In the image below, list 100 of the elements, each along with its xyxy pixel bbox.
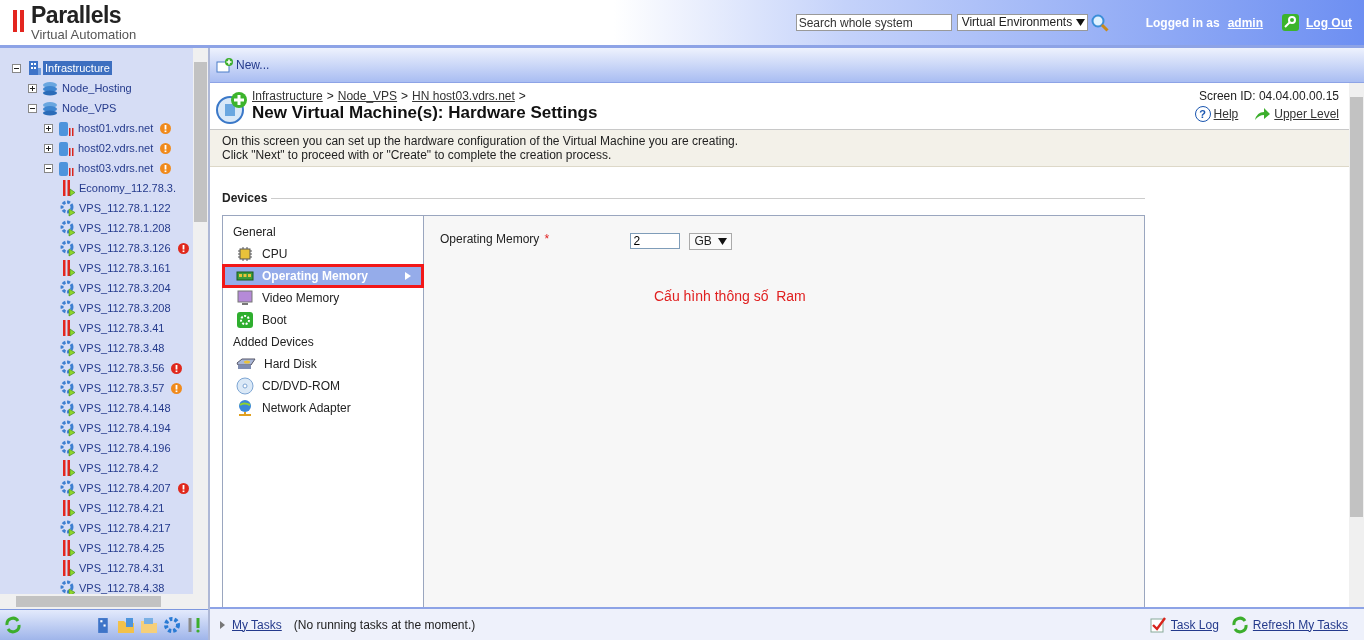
gear-vm-icon bbox=[60, 439, 76, 457]
logo-subtitle: Virtual Automation bbox=[31, 28, 137, 41]
caret-icon bbox=[1076, 19, 1086, 26]
gear-vm-icon bbox=[60, 479, 76, 497]
task-log-link[interactable]: Task Log bbox=[1170, 617, 1219, 632]
upper-level-link[interactable]: Upper Level bbox=[1274, 107, 1339, 121]
new-button[interactable]: New... bbox=[216, 57, 270, 73]
gear-vm-icon bbox=[60, 279, 76, 297]
horizontal-scrollbar[interactable] bbox=[0, 594, 208, 609]
stopped-vm-icon bbox=[60, 539, 76, 557]
expand-toggle-icon[interactable] bbox=[28, 83, 37, 93]
gear-vm-icon bbox=[60, 199, 76, 217]
vertical-scrollbar[interactable] bbox=[1349, 83, 1364, 607]
device-item[interactable]: CPU bbox=[223, 243, 423, 265]
tree-item[interactable]: VPS_112.78.3.41 bbox=[77, 321, 167, 335]
breadcrumb-link[interactable]: Node_VPS bbox=[337, 89, 398, 103]
breadcrumb-separator: > bbox=[401, 89, 409, 103]
stopped-vm-icon bbox=[60, 319, 76, 337]
collapse-toggle-icon[interactable] bbox=[44, 163, 53, 173]
tree-item[interactable]: VPS_112.78.4.31 bbox=[77, 561, 167, 575]
breadcrumb-separator: > bbox=[518, 89, 526, 103]
tree-item[interactable]: VPS_112.78.1.122 bbox=[77, 201, 173, 215]
tree-item[interactable]: host03.vdrs.net bbox=[76, 161, 156, 175]
tree-item[interactable]: VPS_112.78.3.161 bbox=[77, 261, 173, 275]
refresh-icon[interactable] bbox=[1230, 615, 1249, 634]
tree-item[interactable]: Node_Hosting bbox=[60, 81, 134, 95]
server-icon bbox=[58, 139, 75, 157]
tree-item[interactable]: Node_VPS bbox=[60, 101, 119, 115]
tree-item[interactable]: VPS_112.78.3.208 bbox=[77, 301, 173, 315]
gear-vm-icon bbox=[60, 359, 76, 377]
tree-item[interactable]: VPS_112.78.4.217 bbox=[77, 521, 173, 535]
collapse-toggle-icon[interactable] bbox=[12, 63, 21, 73]
building-icon bbox=[26, 60, 42, 76]
device-group-heading: Added Devices bbox=[232, 334, 315, 351]
expand-toggle-icon[interactable] bbox=[44, 143, 53, 153]
checklist-icon[interactable] bbox=[1148, 616, 1167, 633]
boot-icon bbox=[236, 311, 254, 329]
tree-item[interactable]: VPS_112.78.4.21 bbox=[77, 501, 167, 515]
device-item[interactable]: Boot bbox=[223, 309, 423, 331]
tree-item[interactable]: VPS_112.78.3.48 bbox=[77, 341, 167, 355]
new-item-icon bbox=[216, 57, 234, 73]
vertical-scrollbar[interactable] bbox=[193, 48, 208, 594]
stopped-vm-icon bbox=[60, 259, 76, 277]
device-item[interactable]: Hard Disk bbox=[223, 353, 423, 375]
server-icon bbox=[58, 119, 75, 137]
collapse-toggle-icon[interactable] bbox=[28, 103, 37, 113]
memory-input[interactable]: 2 bbox=[630, 233, 681, 249]
tree-item[interactable]: VPS_112.78.4.194 bbox=[77, 421, 173, 435]
gear-vm-icon bbox=[60, 239, 76, 257]
tree-item[interactable]: host01.vdrs.net bbox=[76, 121, 156, 135]
tree-item[interactable]: VPS_112.78.4.25 bbox=[77, 541, 167, 555]
settings-icon[interactable] bbox=[163, 616, 181, 634]
tree-item[interactable]: VPS_112.78.4.2 bbox=[77, 461, 161, 475]
tree-item[interactable]: VPS_112.78.3.204 bbox=[77, 281, 173, 295]
gear-vm-icon bbox=[60, 339, 76, 357]
globe-network-icon bbox=[236, 399, 254, 417]
search-icon[interactable] bbox=[1090, 13, 1109, 32]
breadcrumb-link[interactable]: HN host03.vdrs.net bbox=[412, 89, 515, 103]
annotation-text: Cấu hình thông số Ram bbox=[654, 288, 807, 304]
folders-icon[interactable] bbox=[140, 616, 158, 634]
refresh-tasks-link[interactable]: Refresh My Tasks bbox=[1252, 617, 1348, 632]
expand-arrow-icon[interactable] bbox=[220, 620, 225, 629]
tree-item[interactable]: VPS_112.78.3.126 bbox=[77, 241, 173, 255]
logged-in-label: Logged in as bbox=[1145, 15, 1220, 30]
breadcrumb-separator: > bbox=[326, 89, 334, 103]
disc-icon bbox=[236, 377, 254, 395]
hard-disk-icon bbox=[236, 357, 256, 371]
gear-vm-icon bbox=[60, 419, 76, 437]
search-field[interactable]: Search whole system bbox=[795, 14, 952, 31]
description-text: On this screen you can set up the hardware configuration of the Virtual Machine you are creating. bbox=[222, 134, 740, 148]
screen-id: Screen ID: 04.04.00.00.15 bbox=[1198, 89, 1339, 103]
folder-icon[interactable] bbox=[117, 616, 135, 634]
my-tasks-link[interactable]: My Tasks bbox=[232, 617, 282, 632]
monitor-icon bbox=[236, 290, 254, 306]
tree-item[interactable]: VPS_112.78.3.57 bbox=[77, 381, 167, 395]
server-icon bbox=[58, 159, 75, 177]
alert-icon bbox=[177, 242, 189, 254]
tree-item[interactable]: Infrastructure bbox=[43, 61, 112, 75]
alert-icon bbox=[160, 142, 172, 154]
tree-item[interactable]: host02.vdrs.net bbox=[76, 141, 156, 155]
help-link[interactable]: Help bbox=[1213, 107, 1239, 121]
tree-item[interactable]: Economy_112.78.3. bbox=[77, 181, 179, 195]
tree-item[interactable]: VPS_112.78.4.38 bbox=[77, 581, 167, 594]
tree-item[interactable]: VPS_112.78.4.148 bbox=[77, 401, 173, 415]
breadcrumb-link[interactable]: Infrastructure bbox=[252, 89, 323, 103]
tree-item[interactable]: VPS_112.78.4.207 bbox=[77, 481, 173, 495]
device-item[interactable]: Video Memory bbox=[223, 287, 423, 309]
up-arrow-icon[interactable] bbox=[1253, 106, 1272, 122]
tree-item[interactable]: VPS_112.78.4.196 bbox=[77, 441, 173, 455]
alert-icon bbox=[171, 382, 183, 394]
refresh-icon[interactable] bbox=[4, 616, 22, 634]
scope-select[interactable]: Virtual Environments bbox=[956, 14, 1088, 31]
expand-toggle-icon[interactable] bbox=[44, 123, 53, 133]
required-mark: * bbox=[544, 232, 551, 246]
tree-item[interactable]: VPS_112.78.3.56 bbox=[77, 361, 167, 375]
tree-item[interactable]: VPS_112.78.1.208 bbox=[77, 221, 173, 235]
device-item[interactable]: Network Adapter bbox=[223, 397, 423, 419]
device-item[interactable]: CD/DVD-ROM bbox=[223, 375, 423, 397]
server-stack-icon bbox=[42, 80, 59, 96]
unit-select[interactable]: GB bbox=[689, 233, 732, 250]
